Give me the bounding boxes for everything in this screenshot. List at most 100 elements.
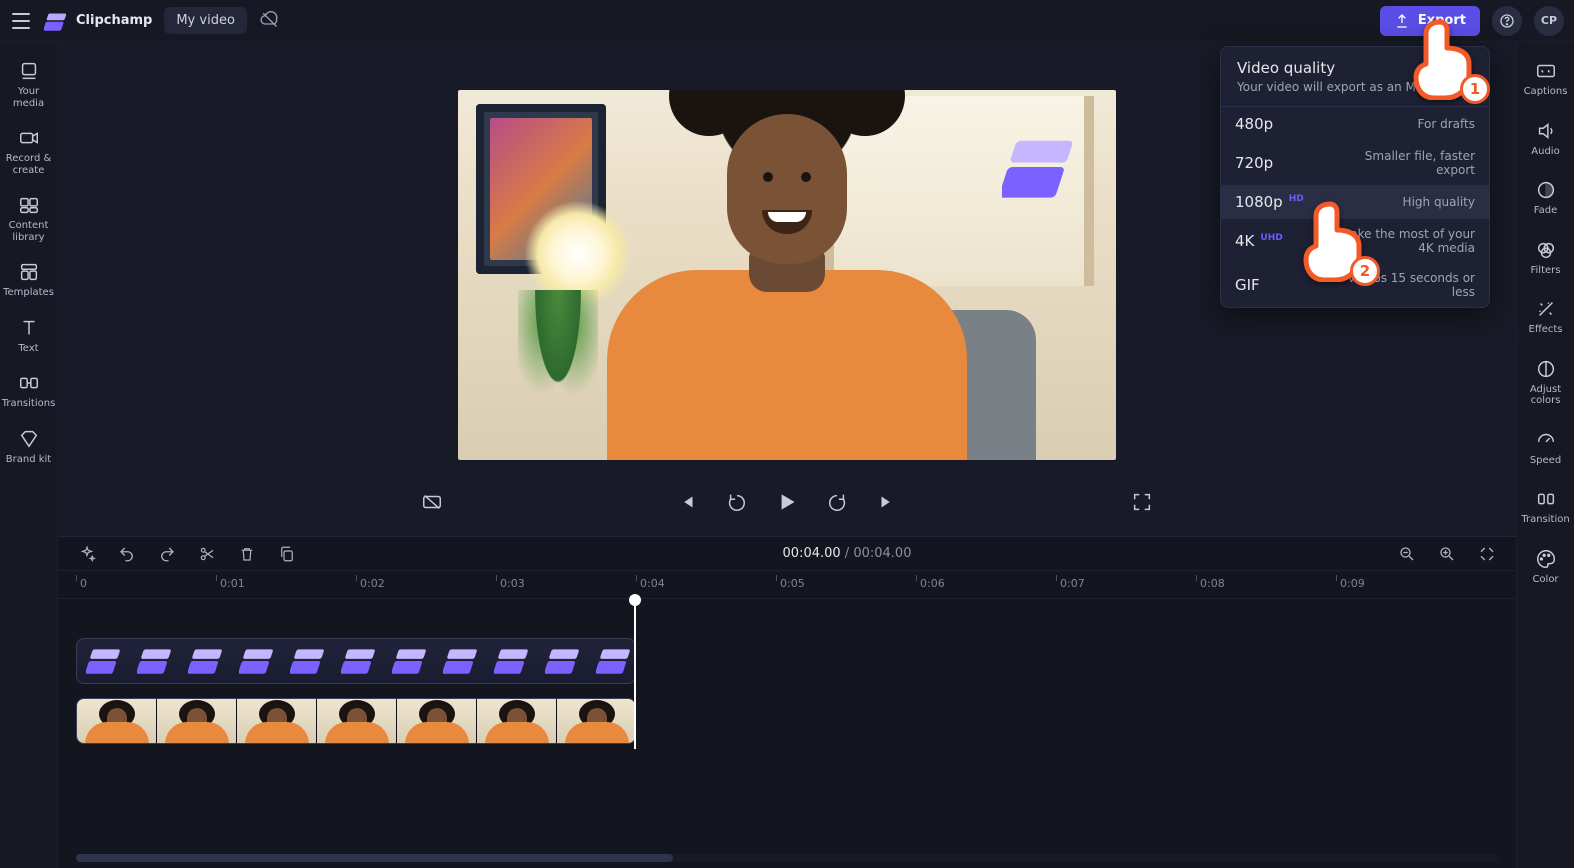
color-icon <box>1535 548 1557 570</box>
nav-label: Your media <box>2 86 56 109</box>
panel-captions[interactable]: Captions <box>1519 56 1573 102</box>
play-icon <box>774 489 800 515</box>
panel-effects[interactable]: Effects <box>1519 294 1573 340</box>
brandkit-icon <box>18 428 40 450</box>
panel-audio[interactable]: Audio <box>1519 116 1573 162</box>
export-option-720p[interactable]: 720p Smaller file, faster export <box>1221 141 1489 185</box>
nav-text[interactable]: Text <box>2 313 56 359</box>
camera-icon <box>18 127 40 149</box>
transitions-icon <box>18 372 40 394</box>
menu-button[interactable] <box>10 10 32 32</box>
split-button[interactable] <box>196 543 218 565</box>
nav-brand-kit[interactable]: Brand kit <box>2 424 56 470</box>
left-sidebar: Your media Record & create Content libra… <box>0 42 58 868</box>
export-option-480p[interactable]: 480p For drafts <box>1221 107 1489 141</box>
fit-timeline-button[interactable] <box>1476 543 1498 565</box>
auto-enhance-button[interactable] <box>76 543 98 565</box>
video-track[interactable] <box>58 695 1516 749</box>
panel-transition[interactable]: Transition <box>1519 484 1573 530</box>
nav-your-media[interactable]: Your media <box>2 56 56 113</box>
nav-templates[interactable]: Templates <box>2 257 56 303</box>
media-icon <box>18 60 40 82</box>
export-button[interactable]: Export <box>1380 6 1480 36</box>
brand-clip[interactable] <box>76 638 636 684</box>
safe-zones-toggle[interactable] <box>418 488 446 516</box>
preview-subject <box>617 130 957 460</box>
overlay-track[interactable] <box>58 635 1516 689</box>
help-button[interactable] <box>1492 6 1522 36</box>
panel-label: Color <box>1532 574 1558 586</box>
video-clip[interactable] <box>76 698 636 744</box>
timeline-panel: 00:04.00 / 00:04.00 0 0:01 0:02 0:03 0:0… <box>58 536 1516 868</box>
fit-icon <box>1478 545 1496 563</box>
skip-end-icon <box>876 491 898 513</box>
play-button[interactable] <box>773 488 801 516</box>
nav-label: Brand kit <box>6 454 51 466</box>
undo-button[interactable] <box>116 543 138 565</box>
nav-content-library[interactable]: Content library <box>2 190 56 247</box>
user-avatar[interactable]: CP <box>1534 6 1564 36</box>
clipchamp-icon <box>86 644 120 678</box>
skip-start-button[interactable] <box>673 488 701 516</box>
nav-record-create[interactable]: Record & create <box>2 123 56 180</box>
captions-icon <box>1535 60 1557 82</box>
clipchamp-icon <box>44 9 68 33</box>
sync-status-icon[interactable] <box>259 9 279 33</box>
panel-label: Audio <box>1531 146 1559 158</box>
audio-icon <box>1535 120 1557 142</box>
redo-icon <box>158 545 176 563</box>
forward-button[interactable] <box>823 488 851 516</box>
timecode-duration: 00:04.00 <box>853 546 911 561</box>
export-option-4k[interactable]: 4KUHD Make the most of your 4K media <box>1221 219 1489 263</box>
zoom-in-button[interactable] <box>1436 543 1458 565</box>
templates-icon <box>18 261 40 283</box>
panel-label: Adjust colors <box>1519 384 1573 407</box>
export-menu-subtitle: Your video will export as an MP4 file <box>1237 80 1473 94</box>
export-option-1080p[interactable]: 1080pHD High quality <box>1221 185 1489 219</box>
skip-end-button[interactable] <box>873 488 901 516</box>
duplicate-button[interactable] <box>276 543 298 565</box>
fullscreen-button[interactable] <box>1128 488 1156 516</box>
panel-label: Effects <box>1529 324 1563 336</box>
timecode-current: 00:04.00 <box>783 546 841 561</box>
panel-label: Captions <box>1524 86 1568 98</box>
nav-label: Transitions <box>2 398 56 410</box>
panel-filters[interactable]: Filters <box>1519 235 1573 281</box>
nav-transitions[interactable]: Transitions <box>2 368 56 414</box>
project-title[interactable]: My video <box>164 7 247 34</box>
timeline-toolbar: 00:04.00 / 00:04.00 <box>58 537 1516 571</box>
nav-label: Templates <box>3 287 54 299</box>
rewind-icon <box>726 491 748 513</box>
copy-icon <box>278 545 296 563</box>
export-menu-title: Video quality <box>1237 59 1473 77</box>
scrollbar-thumb[interactable] <box>76 854 673 862</box>
nav-label: Content library <box>2 220 56 243</box>
export-button-label: Export <box>1418 13 1466 28</box>
timeline-scrollbar[interactable] <box>76 854 1498 862</box>
export-option-gif[interactable]: GIF For videos 15 seconds or less <box>1221 263 1489 307</box>
timeline-playhead[interactable] <box>634 599 636 749</box>
fullscreen-icon <box>1131 491 1153 513</box>
panel-speed[interactable]: Speed <box>1519 425 1573 471</box>
zoom-out-button[interactable] <box>1396 543 1418 565</box>
panel-fade[interactable]: Fade <box>1519 175 1573 221</box>
timeline-ruler[interactable]: 0 0:01 0:02 0:03 0:04 0:05 0:06 0:07 0:0… <box>58 571 1516 599</box>
video-preview[interactable] <box>458 90 1116 460</box>
speed-icon <box>1535 429 1557 451</box>
redo-button[interactable] <box>156 543 178 565</box>
text-icon <box>18 317 40 339</box>
panel-label: Fade <box>1534 205 1557 217</box>
panel-adjust-colors[interactable]: Adjust colors <box>1519 354 1573 411</box>
panel-color[interactable]: Color <box>1519 544 1573 590</box>
display-off-icon <box>421 491 443 513</box>
adjust-icon <box>1535 358 1557 380</box>
scissors-icon <box>198 545 216 563</box>
nav-label: Text <box>18 343 38 355</box>
delete-button[interactable] <box>236 543 258 565</box>
watermark-icon <box>1002 132 1072 202</box>
forward-icon <box>826 491 848 513</box>
rewind-button[interactable] <box>723 488 751 516</box>
right-sidebar: Captions Audio Fade Filters Effects Adju… <box>1516 42 1574 868</box>
sparkle-icon <box>78 545 96 563</box>
brand-logo[interactable]: Clipchamp <box>44 9 152 33</box>
